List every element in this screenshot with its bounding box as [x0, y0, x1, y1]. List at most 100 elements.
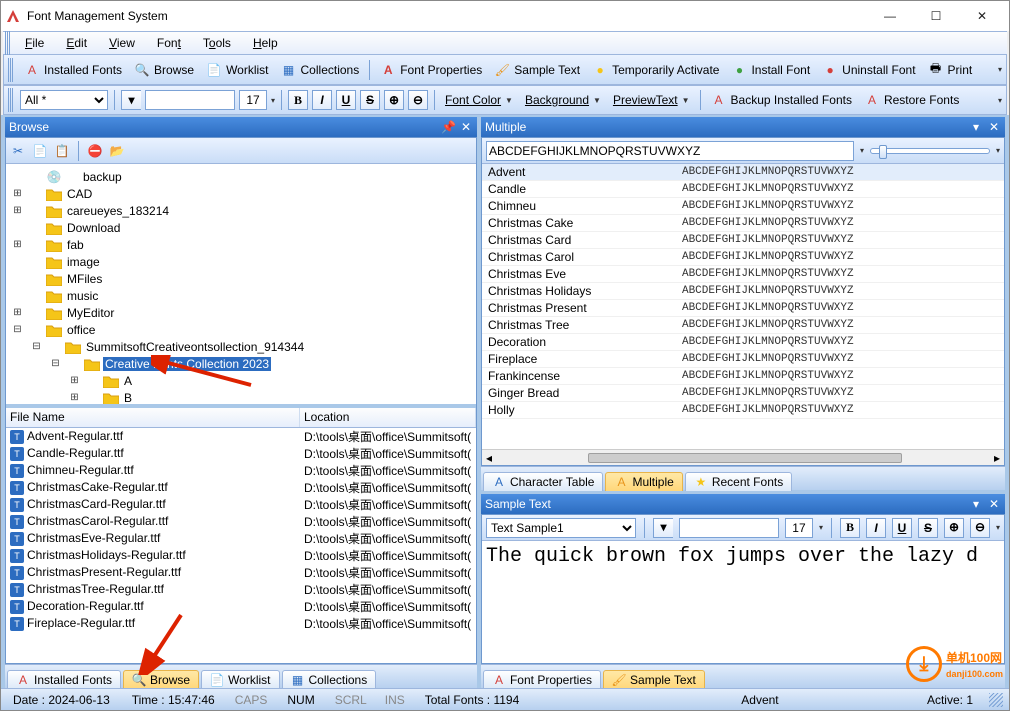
tree-item[interactable]: MFiles: [65, 272, 104, 286]
delete-icon[interactable]: ⛔: [87, 143, 103, 159]
strike-button[interactable]: S: [360, 90, 380, 110]
font-preview-row[interactable]: Christmas EveABCDEFGHIJKLMNOPQRSTUVWXYZ: [482, 266, 1004, 283]
table-row[interactable]: TFireplace-Regular.ttfD:\tools\桌面\office…: [6, 615, 476, 632]
toolbar2-grip[interactable]: [8, 88, 14, 112]
open-folder-icon[interactable]: 📂: [109, 143, 125, 159]
sample-dropdown-button[interactable]: ▾: [969, 497, 983, 511]
sample-color-swatch[interactable]: ▾: [653, 518, 673, 538]
menu-edit[interactable]: Edit: [56, 34, 97, 52]
multiple-overflow[interactable]: ▾: [996, 146, 1000, 155]
copy-icon[interactable]: 📄: [32, 143, 48, 159]
table-row[interactable]: TChristmasHolidays-Regular.ttfD:\tools\桌…: [6, 547, 476, 564]
tab-character-table[interactable]: ACharacter Table: [483, 472, 604, 491]
font-preview-row[interactable]: Christmas PresentABCDEFGHIJKLMNOPQRSTUVW…: [482, 300, 1004, 317]
horizontal-scrollbar[interactable]: ◂▸: [482, 449, 1004, 465]
tab-worklist[interactable]: 📄Worklist: [201, 670, 279, 688]
menu-font[interactable]: Font: [147, 34, 191, 52]
tree-item[interactable]: A: [122, 374, 134, 388]
font-preview-row[interactable]: HollyABCDEFGHIJKLMNOPQRSTUVWXYZ: [482, 402, 1004, 419]
paste-icon[interactable]: 📋: [54, 143, 70, 159]
font-preview-row[interactable]: Christmas TreeABCDEFGHIJKLMNOPQRSTUVWXYZ: [482, 317, 1004, 334]
background-dropdown[interactable]: Background▼: [521, 91, 605, 109]
file-list[interactable]: File Name Location TAdvent-Regular.ttfD:…: [6, 408, 476, 663]
browse-pin-button[interactable]: 📌: [441, 120, 455, 134]
table-row[interactable]: TChimneu-Regular.ttfD:\tools\桌面\office\S…: [6, 462, 476, 479]
sample-text-select[interactable]: Text Sample1: [486, 518, 636, 538]
menu-help[interactable]: Help: [243, 34, 288, 52]
color-swatch[interactable]: ▾: [121, 90, 141, 110]
table-row[interactable]: TChristmasCarol-Regular.ttfD:\tools\桌面\o…: [6, 513, 476, 530]
font-preview-row[interactable]: DecorationABCDEFGHIJKLMNOPQRSTUVWXYZ: [482, 334, 1004, 351]
sample-underline-button[interactable]: U: [892, 518, 912, 538]
multiple-close-button[interactable]: ✕: [987, 120, 1001, 134]
tab-font-properties[interactable]: AFont Properties: [483, 670, 601, 688]
sample-text-body[interactable]: The quick brown fox jumps over the lazy …: [482, 541, 1004, 663]
sample-fontsize-input[interactable]: [785, 518, 813, 538]
tab-sample-text[interactable]: 🖌Sample Text: [603, 670, 705, 688]
restore-fonts-button[interactable]: ARestore Fonts: [860, 90, 963, 110]
sample-overflow[interactable]: ▾: [996, 523, 1000, 532]
fontsize-input[interactable]: [239, 90, 267, 110]
cut-icon[interactable]: ✂: [10, 143, 26, 159]
sample-close-button[interactable]: ✕: [987, 497, 1001, 511]
menu-view[interactable]: View: [99, 34, 145, 52]
zoom-in-button[interactable]: ⊕: [384, 90, 404, 110]
uninstall-font-button[interactable]: ●Uninstall Font: [818, 60, 919, 80]
tree-item[interactable]: CAD: [65, 187, 94, 201]
fontname-input[interactable]: [145, 90, 235, 110]
preview-text-input[interactable]: [486, 141, 854, 161]
font-preview-row[interactable]: Ginger BreadABCDEFGHIJKLMNOPQRSTUVWXYZ: [482, 385, 1004, 402]
table-row[interactable]: TCandle-Regular.ttfD:\tools\桌面\office\Su…: [6, 445, 476, 462]
font-preview-list[interactable]: AdventABCDEFGHIJKLMNOPQRSTUVWXYZCandleAB…: [482, 164, 1004, 449]
tree-item[interactable]: backup: [81, 170, 124, 184]
tree-item[interactable]: B: [122, 391, 134, 405]
font-preview-row[interactable]: Christmas CardABCDEFGHIJKLMNOPQRSTUVWXYZ: [482, 232, 1004, 249]
table-row[interactable]: TDecoration-Regular.ttfD:\tools\桌面\offic…: [6, 598, 476, 615]
italic-button[interactable]: I: [312, 90, 332, 110]
font-preview-row[interactable]: ChimneuABCDEFGHIJKLMNOPQRSTUVWXYZ: [482, 198, 1004, 215]
browse-close-button[interactable]: ✕: [459, 120, 473, 134]
table-row[interactable]: TChristmasCard-Regular.ttfD:\tools\桌面\of…: [6, 496, 476, 513]
tree-item[interactable]: image: [65, 255, 102, 269]
font-preview-row[interactable]: CandleABCDEFGHIJKLMNOPQRSTUVWXYZ: [482, 181, 1004, 198]
browse-button[interactable]: 🔍Browse: [130, 60, 198, 80]
table-row[interactable]: TChristmasCake-Regular.ttfD:\tools\桌面\of…: [6, 479, 476, 496]
tree-item[interactable]: fab: [65, 238, 86, 252]
tab-installed-fonts[interactable]: AInstalled Fonts: [7, 670, 121, 688]
installed-fonts-button[interactable]: AInstalled Fonts: [20, 60, 126, 80]
tab-recent-fonts[interactable]: ★Recent Fonts: [685, 472, 792, 491]
font-preview-row[interactable]: Christmas CakeABCDEFGHIJKLMNOPQRSTUVWXYZ: [482, 215, 1004, 232]
toolbar1-grip[interactable]: [8, 58, 14, 82]
minimize-button[interactable]: —: [867, 1, 913, 31]
zoom-slider[interactable]: [870, 148, 990, 154]
table-row[interactable]: TAdvent-Regular.ttfD:\tools\桌面\office\Su…: [6, 428, 476, 445]
table-row[interactable]: TChristmasEve-Regular.ttfD:\tools\桌面\off…: [6, 530, 476, 547]
sample-zoom-out-button[interactable]: ⊖: [970, 518, 990, 538]
folder-tree[interactable]: 💿backup ⊞CAD ⊞careueyes_183214 Download …: [6, 164, 476, 404]
print-button[interactable]: 🖶Print: [924, 60, 977, 80]
temp-activate-button[interactable]: ●Temporarily Activate: [588, 60, 723, 80]
tree-item[interactable]: Download: [65, 221, 122, 235]
sample-fontname-input[interactable]: [679, 518, 779, 538]
bold-button[interactable]: B: [288, 90, 308, 110]
sample-zoom-in-button[interactable]: ⊕: [944, 518, 964, 538]
worklist-button[interactable]: 📄Worklist: [202, 60, 272, 80]
font-preview-row[interactable]: AdventABCDEFGHIJKLMNOPQRSTUVWXYZ: [482, 164, 1004, 181]
menu-file[interactable]: File: [15, 34, 54, 52]
font-preview-row[interactable]: FireplaceABCDEFGHIJKLMNOPQRSTUVWXYZ: [482, 351, 1004, 368]
font-preview-row[interactable]: FrankincenseABCDEFGHIJKLMNOPQRSTUVWXYZ: [482, 368, 1004, 385]
menu-tools[interactable]: Tools: [193, 34, 241, 52]
tab-multiple[interactable]: AMultiple: [605, 472, 682, 491]
tree-item[interactable]: music: [65, 289, 100, 303]
maximize-button[interactable]: ☐: [913, 1, 959, 31]
tree-item[interactable]: careueyes_183214: [65, 204, 171, 218]
tree-item-selected[interactable]: Creative Fonts Collection 2023: [103, 357, 271, 371]
sample-italic-button[interactable]: I: [866, 518, 886, 538]
close-button[interactable]: ✕: [959, 1, 1005, 31]
toolbar1-overflow[interactable]: ▾: [998, 65, 1002, 74]
sample-text-button[interactable]: 🖌Sample Text: [490, 60, 584, 80]
sample-strike-button[interactable]: S: [918, 518, 938, 538]
backup-fonts-button[interactable]: ABackup Installed Fonts: [707, 90, 856, 110]
tree-item[interactable]: SummitsoftCreativeontsollection_914344: [84, 340, 306, 354]
preview-text-dropdown[interactable]: PreviewText▼: [609, 91, 694, 109]
